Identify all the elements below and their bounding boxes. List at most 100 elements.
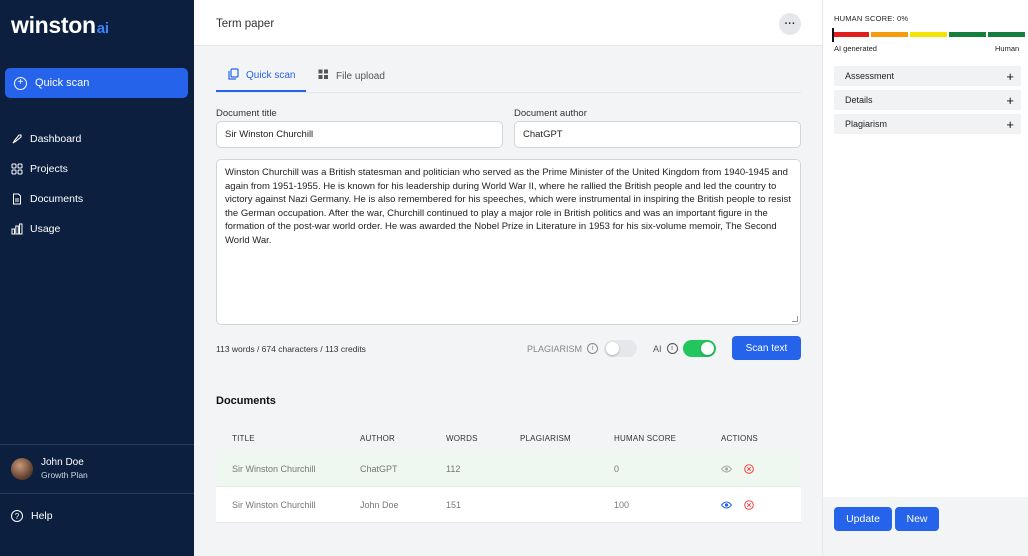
scale-segment (871, 32, 908, 37)
result-panel-body: HUMAN SCORE: 0% AI generated Human Asses… (823, 0, 1028, 497)
delete-icon[interactable] (743, 499, 754, 510)
main-panel: Term paper ··· Quick scan File upload Do… (194, 0, 822, 556)
rocket-icon (11, 133, 23, 145)
top-bar: Term paper ··· (194, 0, 822, 46)
document-author-label: Document author (514, 108, 587, 119)
eye-icon[interactable] (721, 499, 732, 510)
document-icon (11, 193, 23, 205)
result-panel: HUMAN SCORE: 0% AI generated Human Asses… (822, 0, 1028, 556)
human-score-label: HUMAN SCORE: 0% (834, 14, 909, 23)
plus-icon: + (1006, 68, 1014, 84)
human-score-scale (832, 32, 1027, 37)
document-text-area[interactable]: Winston Churchill was a British statesma… (216, 159, 801, 325)
table-header: TITLE AUTHOR WORDS PLAGIARISM HUMAN SCOR… (216, 426, 801, 451)
scale-segment (832, 32, 869, 37)
cell-actions (721, 463, 801, 474)
column-header: PLAGIARISM (520, 434, 571, 443)
document-title-field[interactable]: Sir Winston Churchill (216, 121, 503, 148)
scale-segment (988, 32, 1025, 37)
help-link[interactable]: ? Help (11, 510, 53, 522)
sidebar-item-label: Usage (30, 223, 61, 235)
scan-text-button[interactable]: Scan text (732, 336, 801, 360)
scale-segment (949, 32, 986, 37)
cell-actions (721, 499, 801, 510)
cell-author: John Doe (360, 499, 399, 510)
score-marker (832, 28, 834, 42)
more-options-button[interactable]: ··· (779, 13, 801, 35)
table-row[interactable]: Sir Winston Churchill John Doe 151 100 (216, 487, 801, 523)
accordion-details[interactable]: Details + (834, 90, 1021, 110)
documents-heading: Documents (216, 395, 276, 407)
sidebar-item-label: Documents (30, 193, 84, 205)
tab-file-upload[interactable]: File upload (306, 60, 393, 92)
sidebar-item-label: Projects (30, 163, 68, 175)
question-icon: ? (11, 510, 23, 522)
documents-table: TITLE AUTHOR WORDS PLAGIARISM HUMAN SCOR… (216, 426, 801, 523)
help-label: Help (31, 510, 53, 522)
eye-icon[interactable] (721, 463, 732, 474)
scale-segment (910, 32, 947, 37)
sidebar-item-dashboard[interactable]: Dashboard (11, 124, 83, 154)
accordion-label: Plagiarism (845, 119, 888, 129)
update-button[interactable]: Update (834, 507, 892, 531)
accordion-assessment[interactable]: Assessment + (834, 66, 1021, 86)
text-counts: 113 words / 674 characters / 113 credits (216, 344, 366, 354)
page-title: Term paper (216, 18, 275, 30)
sidebar-item-documents[interactable]: Documents (11, 184, 83, 214)
document-title-label: Document title (216, 108, 277, 119)
plagiarism-toggle[interactable] (604, 340, 637, 357)
cell-human-score: 0 (614, 463, 620, 474)
cell-human-score: 100 (614, 499, 630, 510)
sidebar-nav: Dashboard Projects Documents Usage (11, 124, 83, 244)
tab-quick-scan[interactable]: Quick scan (216, 60, 306, 92)
toggle-knob (606, 342, 619, 355)
cell-title: Sir Winston Churchill (232, 463, 316, 474)
cell-title: Sir Winston Churchill (232, 499, 316, 510)
toggle-knob (701, 342, 714, 355)
column-header: TITLE (232, 434, 255, 443)
plus-icon: + (1006, 116, 1014, 132)
copy-icon (228, 67, 239, 83)
bar-chart-icon (11, 223, 23, 235)
tab-label: File upload (336, 70, 385, 82)
grid-icon (318, 69, 329, 83)
cell-author: ChatGPT (360, 463, 398, 474)
user-name: John Doe (41, 457, 84, 468)
tab-bar: Quick scan File upload (216, 60, 393, 92)
cell-words: 112 (446, 463, 461, 474)
accordion-label: Assessment (845, 71, 895, 81)
sidebar-item-usage[interactable]: Usage (11, 214, 83, 244)
sidebar-divider (0, 493, 194, 494)
table-row[interactable]: Sir Winston Churchill ChatGPT 112 0 (216, 451, 801, 487)
column-header: WORDS (446, 434, 478, 443)
column-header: HUMAN SCORE (614, 434, 677, 443)
quick-scan-label: Quick scan (35, 77, 90, 89)
accordion-plagiarism[interactable]: Plagiarism + (834, 114, 1021, 134)
scale-label-ai: AI generated (834, 44, 877, 53)
grid-icon (11, 163, 23, 175)
sidebar: winstonai + Quick scan Dashboard Project… (0, 0, 194, 556)
plagiarism-toggle-label: PLAGIARISM i (527, 343, 599, 354)
resize-handle[interactable] (792, 316, 798, 322)
sidebar-divider (0, 444, 194, 445)
sidebar-item-projects[interactable]: Projects (11, 154, 83, 184)
ai-toggle[interactable] (683, 340, 716, 357)
user-plan: Growth Plan (41, 470, 88, 480)
info-icon[interactable]: i (587, 343, 599, 354)
plus-circle-icon: + (14, 76, 27, 90)
logo[interactable]: winstonai (11, 12, 109, 39)
document-author-field[interactable]: ChatGPT (514, 121, 801, 148)
tab-label: Quick scan (246, 69, 296, 81)
column-header: ACTIONS (721, 434, 758, 443)
document-text: Winston Churchill was a British statesma… (225, 167, 791, 246)
plus-icon: + (1006, 92, 1014, 108)
delete-icon[interactable] (743, 463, 754, 474)
accordion-label: Details (845, 95, 873, 105)
scale-label-human: Human (995, 44, 1020, 53)
column-header: AUTHOR (360, 434, 395, 443)
quick-scan-button[interactable]: + Quick scan (5, 68, 188, 98)
user-profile[interactable]: John Doe Growth Plan (11, 457, 88, 480)
ai-toggle-label: AI i (653, 343, 678, 354)
info-icon[interactable]: i (666, 343, 678, 354)
new-button[interactable]: New (895, 507, 939, 531)
